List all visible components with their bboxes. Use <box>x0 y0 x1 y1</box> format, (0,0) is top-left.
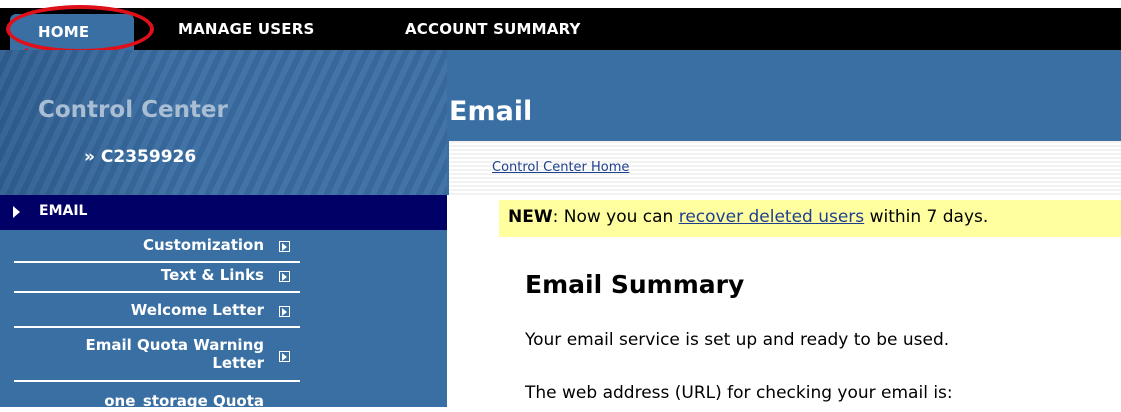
control-center-title: Control Center <box>38 97 228 123</box>
sidebar-item-storage-quota[interactable]: one_storage Quota <box>14 392 300 412</box>
sidebar-item-customization[interactable]: Customization <box>14 236 300 263</box>
notice-prefix: NEW <box>508 207 553 227</box>
url-paragraph: The web address (URL) for checking your … <box>525 383 953 403</box>
sidebar-item-label-line: Letter <box>212 354 264 372</box>
tab-manage-users[interactable]: MANAGE USERS <box>178 8 314 50</box>
sidebar-item-label: EMAIL <box>39 203 88 219</box>
tab-home[interactable]: HOME <box>10 14 134 50</box>
sidebar-item-label: one_storage Quota <box>104 392 264 410</box>
go-arrow-icon <box>279 351 290 362</box>
tab-account-summary[interactable]: ACCOUNT SUMMARY <box>405 8 581 50</box>
notice-text-before: : Now you can <box>552 207 679 227</box>
sidebar-item-email-quota-warning-letter[interactable]: Email Quota Warning Letter <box>14 336 300 382</box>
notice-text: NEW: Now you can recover deleted users w… <box>508 207 988 227</box>
sidebar-item-email[interactable]: EMAIL <box>0 195 447 230</box>
page-title: Email <box>449 96 533 127</box>
notice-text-after: within 7 days. <box>864 207 989 227</box>
sidebar-item-label-line: Email Quota Warning <box>85 336 264 354</box>
recover-deleted-users-link[interactable]: recover deleted users <box>679 207 864 227</box>
sidebar-item-label: Email Quota Warning Letter <box>85 336 264 372</box>
status-paragraph: Your email service is set up and ready t… <box>525 330 950 350</box>
sidebar-item-label: Welcome Letter <box>130 301 264 319</box>
sidebar-item-label: Customization <box>142 236 264 254</box>
sidebar-item-welcome-letter[interactable]: Welcome Letter <box>14 301 300 328</box>
go-arrow-icon <box>279 271 290 282</box>
breadcrumb-control-center-home[interactable]: Control Center Home <box>492 160 629 175</box>
caret-right-icon <box>13 206 20 218</box>
sidebar-item-text-links[interactable]: Text & Links <box>14 266 300 293</box>
go-arrow-icon <box>279 306 290 317</box>
section-title: Email Summary <box>525 270 745 299</box>
account-id: » C2359926 <box>84 147 197 167</box>
sidebar-item-label: Text & Links <box>160 266 264 284</box>
go-arrow-icon <box>279 241 290 252</box>
